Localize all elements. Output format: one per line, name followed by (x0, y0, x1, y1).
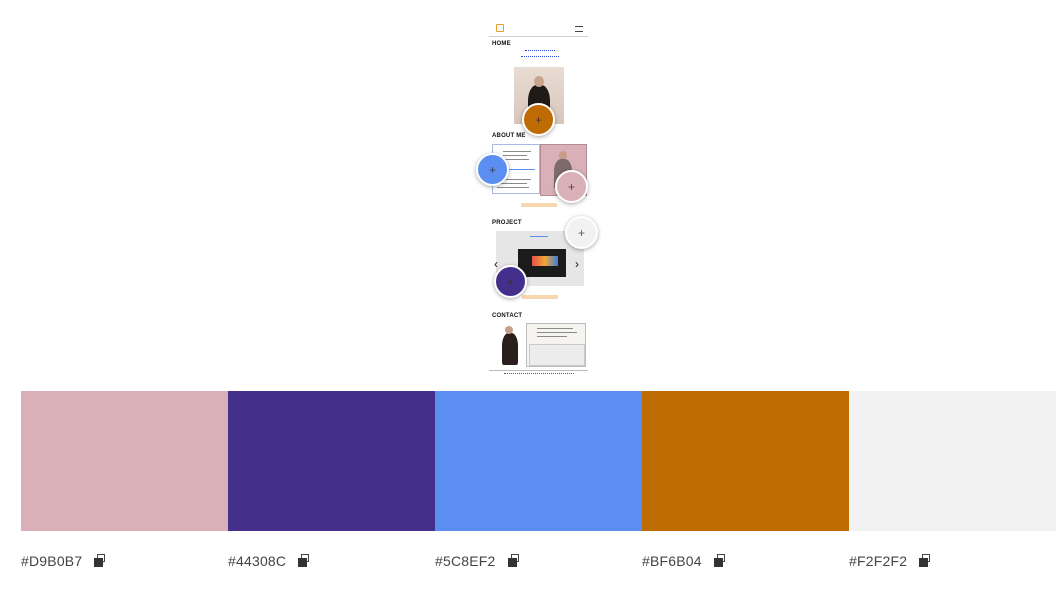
copy-icon[interactable] (298, 554, 312, 568)
hex-code: #F2F2F2 (849, 553, 908, 569)
swatch-3[interactable] (435, 391, 642, 531)
hex-code: #5C8EF2 (435, 553, 496, 569)
section-heading-about: ABOUT ME (492, 133, 526, 139)
plus-icon: + (488, 162, 496, 177)
carousel-prev-icon[interactable]: ‹ (494, 258, 498, 270)
pin-blue[interactable]: + (476, 153, 509, 186)
hex-row-1: #D9B0B7 (21, 553, 108, 569)
hex-row-5: #F2F2F2 (849, 553, 933, 569)
plus-icon: + (506, 274, 514, 289)
hex-row-2: #44308C (228, 553, 312, 569)
swatch-1[interactable] (21, 391, 228, 531)
hex-row-3: #5C8EF2 (435, 553, 522, 569)
swatch-4[interactable] (642, 391, 849, 531)
preview-footer (489, 370, 588, 376)
swatch-2[interactable] (228, 391, 435, 531)
section-heading-home: HOME (492, 41, 511, 47)
carousel-next-icon[interactable]: › (575, 258, 579, 270)
swatch-5[interactable] (849, 391, 1056, 531)
pin-purple[interactable]: + (494, 265, 527, 298)
hex-code: #D9B0B7 (21, 553, 83, 569)
logo-icon (496, 24, 504, 32)
copy-icon[interactable] (507, 554, 522, 568)
contact-form (526, 323, 586, 367)
copy-icon[interactable] (919, 554, 933, 568)
hex-code: #44308C (228, 553, 287, 569)
plus-icon: + (534, 112, 542, 127)
about-tag (521, 203, 557, 207)
copy-icon[interactable] (713, 554, 728, 568)
preview-navbar (489, 18, 588, 37)
pin-orange[interactable]: + (522, 103, 555, 136)
copy-icon[interactable] (94, 554, 108, 568)
section-heading-project: PROJECT (492, 220, 522, 226)
hero-text-decoration (517, 50, 563, 60)
hex-code: #BF6B04 (642, 553, 702, 569)
hamburger-icon (575, 26, 583, 32)
plus-icon: + (567, 179, 575, 194)
contact-photo (496, 323, 524, 365)
pin-light-gray[interactable]: + (565, 216, 598, 249)
hex-row-4: #BF6B04 (642, 553, 728, 569)
section-heading-contact: CONTACT (492, 313, 523, 319)
project-tag (522, 295, 558, 299)
plus-icon: + (577, 225, 585, 240)
pin-pink[interactable]: + (555, 170, 588, 203)
